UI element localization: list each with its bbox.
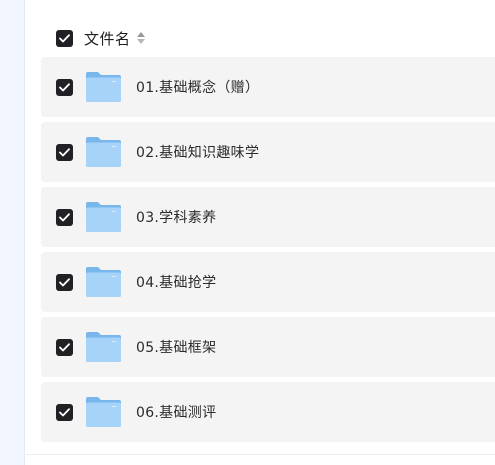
- file-row[interactable]: 01.基础概念（赠）: [41, 57, 495, 117]
- file-list-header: 文件名: [56, 27, 146, 49]
- folder-icon: [85, 266, 122, 298]
- file-name[interactable]: 03.学科素养: [136, 207, 216, 227]
- file-row[interactable]: 03.学科素养: [41, 187, 495, 247]
- filename-column-header[interactable]: 文件名: [84, 28, 131, 49]
- sort-up-icon: [137, 32, 146, 37]
- sort-icon[interactable]: [137, 31, 146, 45]
- list-bottom-divider: [26, 454, 495, 455]
- row-checkbox[interactable]: [56, 338, 73, 356]
- select-all-checkbox[interactable]: [56, 29, 73, 47]
- file-name[interactable]: 02.基础知识趣味学: [136, 142, 259, 162]
- folder-icon: [85, 136, 122, 168]
- file-row[interactable]: 04.基础抢学: [41, 252, 495, 312]
- folder-icon: [85, 331, 122, 363]
- checkmark-icon: [59, 407, 70, 416]
- row-checkbox[interactable]: [56, 403, 73, 421]
- file-name[interactable]: 04.基础抢学: [136, 272, 216, 292]
- file-name[interactable]: 05.基础框架: [136, 337, 216, 357]
- checkmark-icon: [59, 33, 70, 42]
- file-name[interactable]: 06.基础测评: [136, 402, 216, 422]
- row-checkbox[interactable]: [56, 208, 73, 226]
- folder-icon: [85, 201, 122, 233]
- file-list: 01.基础概念（赠） 02.基础知识趣味学 03.学科素养 04.基础抢学 05…: [41, 57, 495, 447]
- file-row[interactable]: 06.基础测评: [41, 382, 495, 442]
- checkmark-icon: [59, 212, 70, 221]
- checkmark-icon: [59, 147, 70, 156]
- file-row[interactable]: 02.基础知识趣味学: [41, 122, 495, 182]
- row-checkbox[interactable]: [56, 143, 73, 161]
- checkmark-icon: [59, 277, 70, 286]
- row-checkbox[interactable]: [56, 78, 73, 96]
- folder-icon: [85, 71, 122, 103]
- row-checkbox[interactable]: [56, 273, 73, 291]
- checkmark-icon: [59, 342, 70, 351]
- file-name[interactable]: 01.基础概念（赠）: [136, 77, 259, 97]
- file-row[interactable]: 05.基础框架: [41, 317, 495, 377]
- folder-icon: [85, 396, 122, 428]
- sort-down-icon: [137, 39, 146, 44]
- left-sidebar-edge: [0, 0, 25, 465]
- checkmark-icon: [59, 82, 70, 91]
